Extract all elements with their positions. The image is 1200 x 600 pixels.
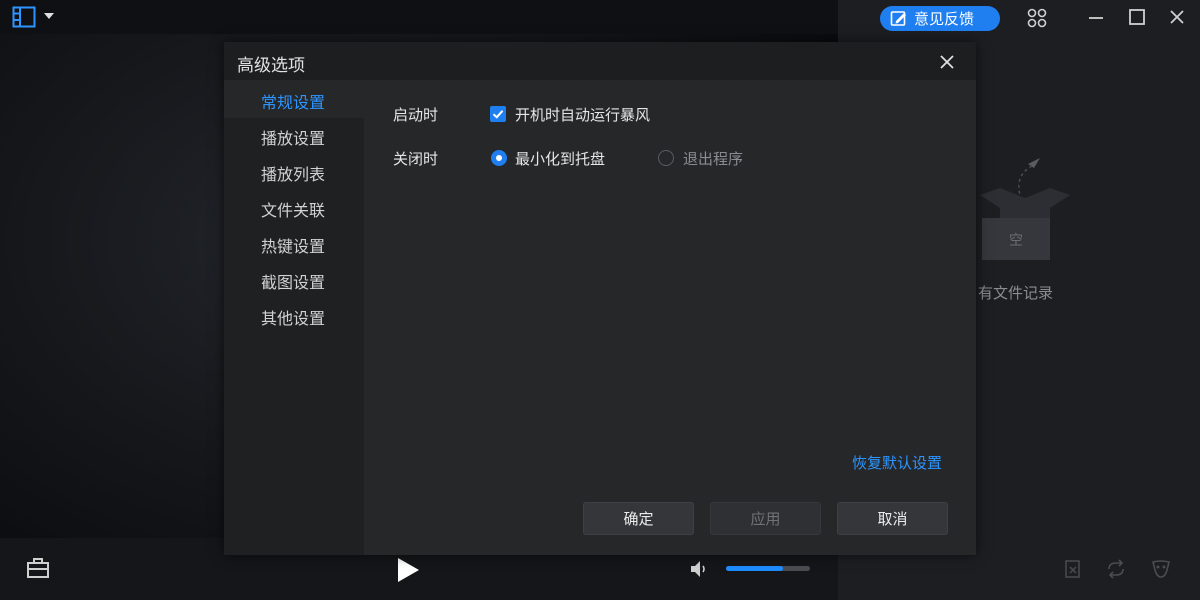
sidebar-item-general[interactable]: 常规设置: [261, 89, 325, 113]
exit-program-radio[interactable]: [658, 150, 674, 166]
empty-history-text: 有文件记录: [978, 284, 1054, 302]
exit-program-label[interactable]: 退出程序: [683, 148, 743, 169]
minimize-to-tray-radio[interactable]: [491, 150, 507, 166]
sidebar-item-hotkeys[interactable]: 热键设置: [261, 233, 325, 257]
toolbox-icon[interactable]: [26, 557, 50, 579]
feedback-label: 意见反馈: [914, 10, 975, 28]
sidebar-item-playback[interactable]: 播放设置: [261, 125, 325, 149]
dialog-close-icon[interactable]: [938, 53, 956, 71]
file-icon[interactable]: [1062, 558, 1084, 580]
maximize-icon[interactable]: [1128, 8, 1146, 26]
feedback-button[interactable]: 意见反馈: [880, 6, 1000, 31]
edit-icon: [890, 11, 906, 26]
player-top-bar: [0, 0, 838, 34]
sidebar-item-other[interactable]: 其他设置: [261, 305, 325, 329]
restore-defaults-link[interactable]: 恢复默认设置: [852, 452, 942, 473]
apply-button[interactable]: 应用: [710, 502, 821, 535]
cancel-button[interactable]: 取消: [837, 502, 948, 535]
volume-slider[interactable]: [726, 566, 810, 571]
volume-slider-fill: [726, 566, 784, 571]
minimize-icon[interactable]: [1087, 8, 1105, 26]
autorun-label[interactable]: 开机时自动运行暴风: [515, 104, 650, 125]
dialog-header: 高级选项: [224, 42, 976, 80]
startup-label: 启动时: [393, 106, 439, 124]
loop-icon[interactable]: [1105, 558, 1127, 580]
chevron-down-icon[interactable]: [42, 9, 56, 23]
apps-icon[interactable]: [1027, 8, 1047, 28]
dialog-title: 高级选项: [237, 56, 305, 76]
minimize-to-tray-label[interactable]: 最小化到托盘: [515, 148, 605, 169]
app-window: 意见反馈 空 有文件记录 高级选项 常规设置 播放设置 播放列表 文件关联 热键…: [0, 0, 1200, 600]
play-icon[interactable]: [395, 556, 421, 584]
empty-box-label: 空: [1009, 233, 1023, 249]
advanced-options-dialog: 高级选项 常规设置 播放设置 播放列表 文件关联 热键设置 截图设置 其他设置 …: [224, 42, 976, 555]
sidebar-item-screenshot[interactable]: 截图设置: [261, 269, 325, 293]
on-close-label: 关闭时: [393, 150, 439, 168]
volume-icon[interactable]: [688, 558, 710, 580]
check-icon: [492, 110, 504, 119]
sidebar-item-playlist[interactable]: 播放列表: [261, 161, 325, 185]
close-icon[interactable]: [1168, 8, 1186, 26]
mask-icon[interactable]: [1150, 558, 1172, 580]
autorun-checkbox[interactable]: [490, 106, 506, 122]
empty-box-icon: 空: [980, 158, 1070, 260]
playlist-menu-icon[interactable]: [12, 6, 36, 28]
ok-button[interactable]: 确定: [583, 502, 694, 535]
sidebar-item-file-association[interactable]: 文件关联: [261, 197, 325, 221]
